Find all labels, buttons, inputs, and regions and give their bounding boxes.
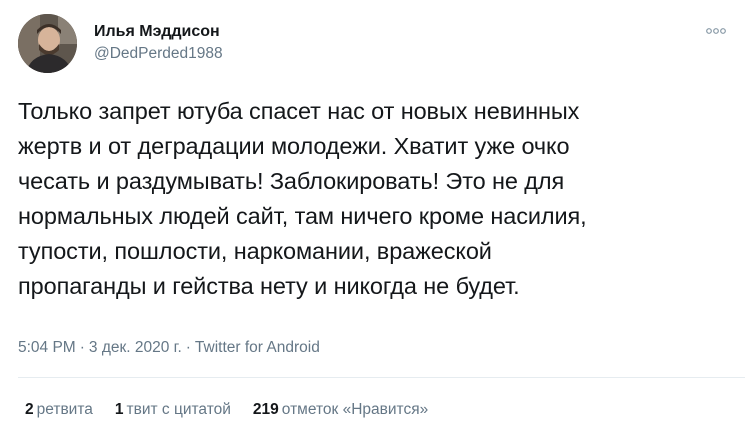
meta-separator-2: · (185, 339, 191, 356)
retweets-label: ретвита (36, 401, 93, 418)
tweet-time[interactable]: 5:04 PM (18, 339, 76, 356)
meta-separator: · (79, 339, 85, 356)
tweet-stats: 2 ретвита 1 твит с цитатой 219 отметок «Нрави… (25, 400, 450, 420)
tweet-header: Илья Мэддисон @DedPerded1988 (18, 14, 727, 74)
likes-label: отметок «Нравится» (281, 401, 429, 418)
likes-stat[interactable]: 219 отметок «Нравится» (253, 400, 428, 420)
author-handle[interactable]: @DedPerded1988 (94, 44, 223, 64)
avatar[interactable] (18, 14, 77, 73)
tweet-text: Только запрет ютуба спасет нас от новых … (18, 98, 587, 299)
author-names: Илья Мэддисон @DedPerded1988 (94, 22, 223, 64)
tweet-card: Илья Мэддисон @DedPerded1988 Только запр… (0, 0, 745, 437)
quotes-stat[interactable]: 1 твит с цитатой (115, 400, 231, 420)
author-display-name[interactable]: Илья Мэддисон (94, 22, 223, 42)
divider (18, 377, 745, 378)
likes-count: 219 (252, 401, 279, 418)
tweet-date[interactable]: 3 дек. 2020 г. (89, 339, 182, 356)
quotes-count: 1 (114, 401, 124, 418)
tweet-meta: 5:04 PM · 3 дек. 2020 г. · Twitter for Andro… (18, 338, 320, 358)
user-avatar-icon (18, 14, 77, 73)
tweet-source[interactable]: Twitter for Android (195, 339, 320, 356)
retweets-stat[interactable]: 2 ретвита (25, 400, 93, 420)
retweets-count: 2 (25, 401, 34, 418)
quotes-label: твит с цитатой (126, 401, 231, 418)
more-options-icon[interactable] (705, 24, 727, 38)
